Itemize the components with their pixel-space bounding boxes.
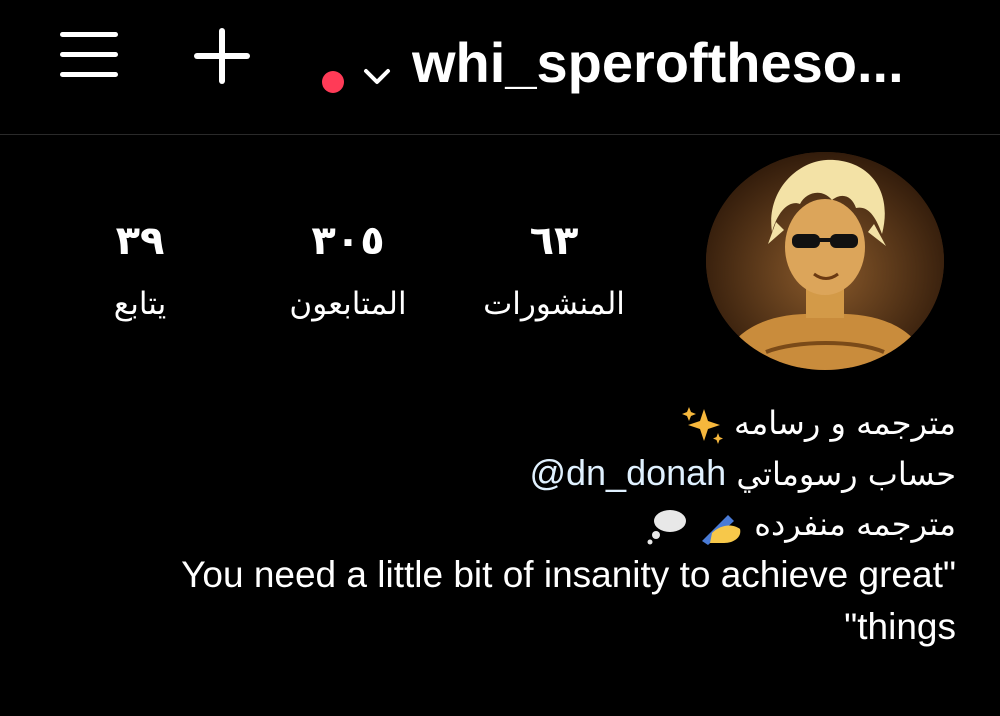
username-title: whi_speroftheso... xyxy=(412,31,904,94)
bio-text-3: مترجمه منفرده xyxy=(754,505,956,543)
plus-icon[interactable] xyxy=(194,28,250,84)
profile-bio: مترجمه و رسامه حساب رسوماتي @dn_donah مت… xyxy=(76,398,956,653)
profile-screen: whi_speroftheso... ٦٣ المنشورات ٣٠٥ المت… xyxy=(0,0,1000,716)
mention-link[interactable]: @dn_donah xyxy=(529,452,726,493)
notification-dot xyxy=(322,71,344,93)
stat-followers[interactable]: ٣٠٥ المتابعون xyxy=(238,218,458,324)
bio-line-1: مترجمه و رسامه xyxy=(76,398,956,448)
chevron-down-icon xyxy=(364,69,390,84)
stat-following[interactable]: ٣٩ يتابع xyxy=(30,218,250,324)
posts-label: المنشورات xyxy=(483,286,625,322)
hamburger-menu-icon[interactable] xyxy=(60,30,118,80)
thought-bubble-icon xyxy=(647,510,686,545)
bio-text-2: حساب رسوماتي xyxy=(736,455,956,493)
bio-line-3: مترجمه منفرده xyxy=(76,499,956,549)
following-label: يتابع xyxy=(113,286,167,322)
sparkles-icon xyxy=(681,407,723,444)
account-switcher[interactable]: whi_speroftheso... xyxy=(318,20,968,96)
following-count: ٣٩ xyxy=(115,218,165,264)
profile-avatar[interactable] xyxy=(706,152,944,370)
posts-count: ٦٣ xyxy=(529,218,579,264)
top-bar: whi_speroftheso... xyxy=(0,0,1000,135)
followers-count: ٣٠٥ xyxy=(311,218,385,264)
bio-quote-line-1: You need a little bit of insanity to ach… xyxy=(181,554,956,595)
writing-hand-icon xyxy=(702,515,741,545)
bio-line-2: حساب رسوماتي @dn_donah xyxy=(76,448,956,499)
bio-text-1: مترجمه و رسامه xyxy=(734,404,956,442)
stat-posts[interactable]: ٦٣ المنشورات xyxy=(444,218,664,324)
bio-quote-line-2: "things xyxy=(844,606,956,647)
followers-label: المتابعون xyxy=(289,286,407,322)
